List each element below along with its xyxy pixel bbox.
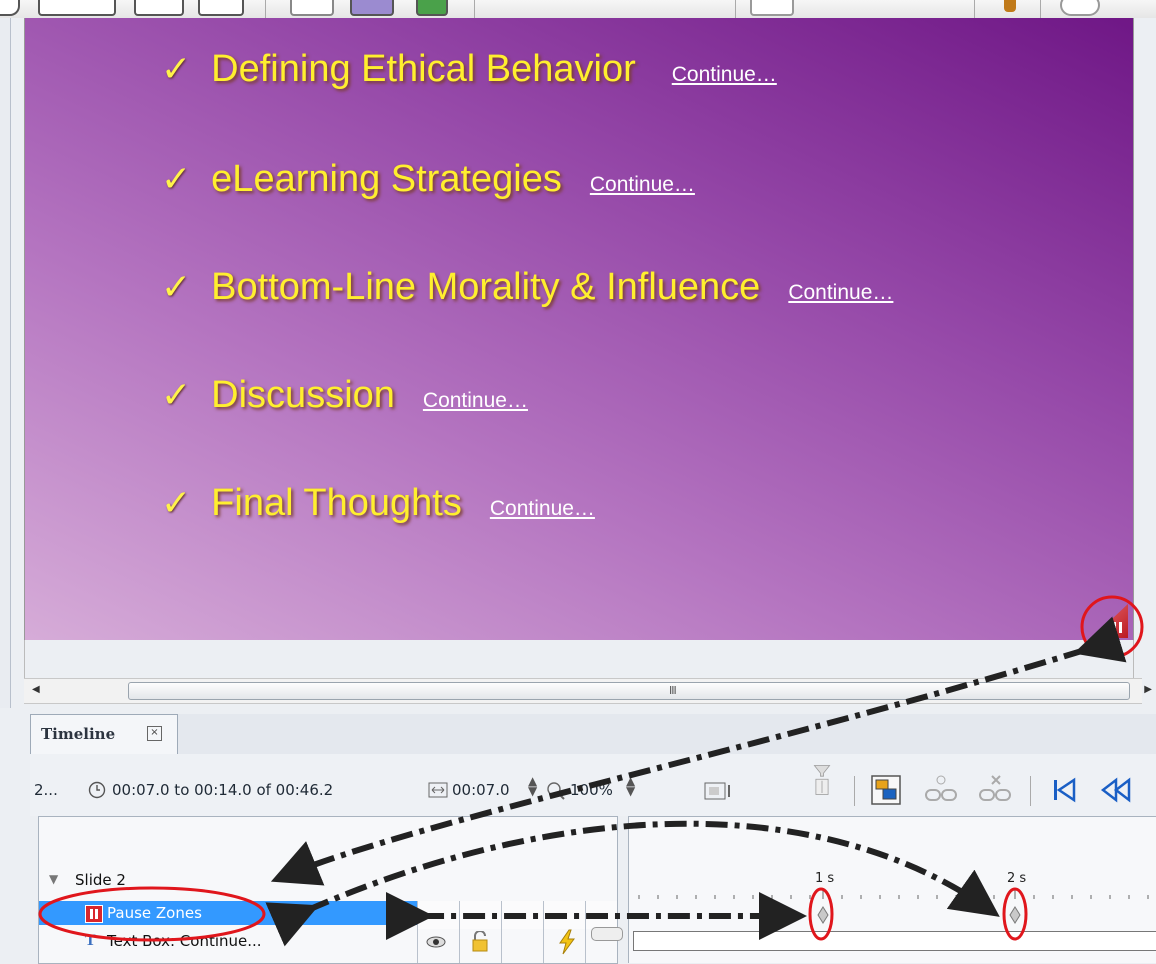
toolbar-separator <box>974 0 975 18</box>
toolbar-separator <box>474 0 475 18</box>
continue-link[interactable]: Continue… <box>590 173 695 197</box>
time-ruler[interactable] <box>629 867 1156 901</box>
stage-bottom-strip <box>24 640 1134 678</box>
timeline-toolbar: 2... 00:07.0 to 00:14.0 of 00:46.2 00:07… <box>30 754 1156 816</box>
zoom-value[interactable]: 100% <box>570 781 613 799</box>
toolbar-button[interactable] <box>134 0 184 16</box>
pause-row-cells <box>417 901 617 929</box>
clock-icon <box>88 781 106 799</box>
color-swatch[interactable] <box>591 927 623 941</box>
bullet-text: Discussion <box>211 374 395 416</box>
check-icon: ✓ <box>161 267 192 308</box>
continue-link[interactable]: Continue… <box>672 63 777 87</box>
toolbar-separator <box>735 0 736 18</box>
timeline-row-pause-zones[interactable]: Pause Zones <box>39 901 417 925</box>
check-icon: ✓ <box>161 483 192 524</box>
duration-spinner-icon[interactable]: ▲ ▼ <box>528 775 537 797</box>
column-divider <box>501 901 502 963</box>
continue-link[interactable]: Continue… <box>788 281 893 305</box>
slide-number: 2... <box>34 781 58 799</box>
arrange-icon[interactable] <box>870 774 902 806</box>
lock-icon[interactable] <box>471 931 489 953</box>
bullet-item: ✓ eLearning Strategies Continue… <box>161 158 695 201</box>
toolbar-separator <box>854 776 855 806</box>
column-divider <box>585 901 586 963</box>
left-gutter <box>0 18 11 708</box>
bullet-item: ✓ Defining Ethical Behavior Continue… <box>161 48 777 91</box>
toolbar-button[interactable] <box>0 0 20 16</box>
bullet-text: Bottom-Line Morality & Influence <box>211 266 761 308</box>
bullet-item: ✓ Final Thoughts Continue… <box>161 482 595 525</box>
pause-zone-icon[interactable] <box>1088 604 1128 638</box>
tab-timeline[interactable]: Timeline × <box>30 714 178 755</box>
duration-value[interactable]: 00:07.0 <box>452 781 510 799</box>
textbox-icon: T <box>85 932 96 949</box>
slide-stage[interactable]: ✓ Defining Ethical Behavior Continue… ✓ … <box>24 18 1134 640</box>
ruler-label-1s: 1 s <box>815 871 835 886</box>
time-range: 00:07.0 to 00:14.0 of 00:46.2 <box>112 781 334 799</box>
scroll-left-icon[interactable]: ◀ <box>32 684 40 695</box>
column-divider <box>417 901 418 963</box>
bullet-item: ✓ Discussion Continue… <box>161 374 528 417</box>
pause-zones-label: Pause Zones <box>107 904 202 922</box>
link-icon[interactable] <box>922 774 960 806</box>
bullet-item: ✓ Bottom-Line Morality & Influence Conti… <box>161 266 893 309</box>
toolbar-separator <box>265 0 266 18</box>
column-divider <box>543 901 544 963</box>
check-icon: ✓ <box>161 49 192 90</box>
scroll-right-icon[interactable]: ▶ <box>1144 684 1152 695</box>
scroll-thumb[interactable]: III <box>128 682 1130 700</box>
grip-icon: III <box>669 684 677 697</box>
horizontal-scrollbar[interactable]: ◀ III ▶ <box>24 678 1152 704</box>
caption-icon[interactable] <box>290 0 334 16</box>
pause-marker-1[interactable] <box>816 905 830 925</box>
filter-icon[interactable] <box>806 764 838 796</box>
zoom-icon <box>547 782 565 800</box>
slide-row-label: Slide 2 <box>75 871 126 889</box>
fit-icon[interactable] <box>704 782 734 800</box>
bullet-text: Final Thoughts <box>211 482 462 524</box>
pause-marker-2[interactable] <box>1008 905 1022 925</box>
eye-icon[interactable] <box>425 935 447 949</box>
pencil-icon[interactable] <box>1004 0 1016 12</box>
close-icon[interactable]: × <box>147 726 162 741</box>
ruler-label-2s: 2 s <box>1007 871 1027 886</box>
continue-link[interactable]: Continue… <box>490 497 595 521</box>
unlink-icon[interactable] <box>976 774 1014 806</box>
toolbar-button[interactable] <box>38 0 116 16</box>
column-divider <box>459 901 460 963</box>
check-icon: ✓ <box>161 375 192 416</box>
timeline-tabbar: Timeline × <box>30 714 1156 755</box>
toolbar-separator <box>1030 776 1031 806</box>
expand-triangle-icon[interactable]: ▼ <box>49 872 58 886</box>
toolbar-button[interactable] <box>198 0 244 16</box>
top-toolbar <box>0 0 1156 18</box>
bullet-text: eLearning Strategies <box>211 158 562 200</box>
textbox-row-label: Text Box: Continue... <box>107 932 262 950</box>
check-icon: ✓ <box>161 159 192 200</box>
highlight-icon[interactable] <box>416 0 448 16</box>
timeline-tracks[interactable]: 1 s 2 s <box>628 816 1156 963</box>
pause-zone-icon <box>85 905 103 923</box>
timeline-row-slide[interactable]: ▼ Slide 2 <box>39 867 617 891</box>
rewind-icon[interactable] <box>1100 774 1132 806</box>
audio-icon[interactable] <box>1060 0 1100 16</box>
tab-timeline-label: Timeline <box>41 725 116 743</box>
textbox-track-bar[interactable] <box>633 931 1156 951</box>
lightning-icon[interactable] <box>557 929 577 955</box>
skip-start-icon[interactable] <box>1048 774 1080 806</box>
duration-icon <box>428 782 448 798</box>
timeline-row-textbox[interactable]: T Text Box: Continue... <box>39 927 623 955</box>
timeline-layers: ▼ Slide 2 Pause Zones T Text Box: Contin… <box>38 816 623 964</box>
toolbar-separator <box>1040 0 1041 18</box>
bullet-text: Defining Ethical Behavior <box>211 48 636 90</box>
text-entry-icon[interactable] <box>750 0 794 16</box>
image-icon[interactable] <box>350 0 394 16</box>
zoom-spinner-icon[interactable]: ▲ ▼ <box>626 775 635 797</box>
continue-link[interactable]: Continue… <box>423 389 528 413</box>
